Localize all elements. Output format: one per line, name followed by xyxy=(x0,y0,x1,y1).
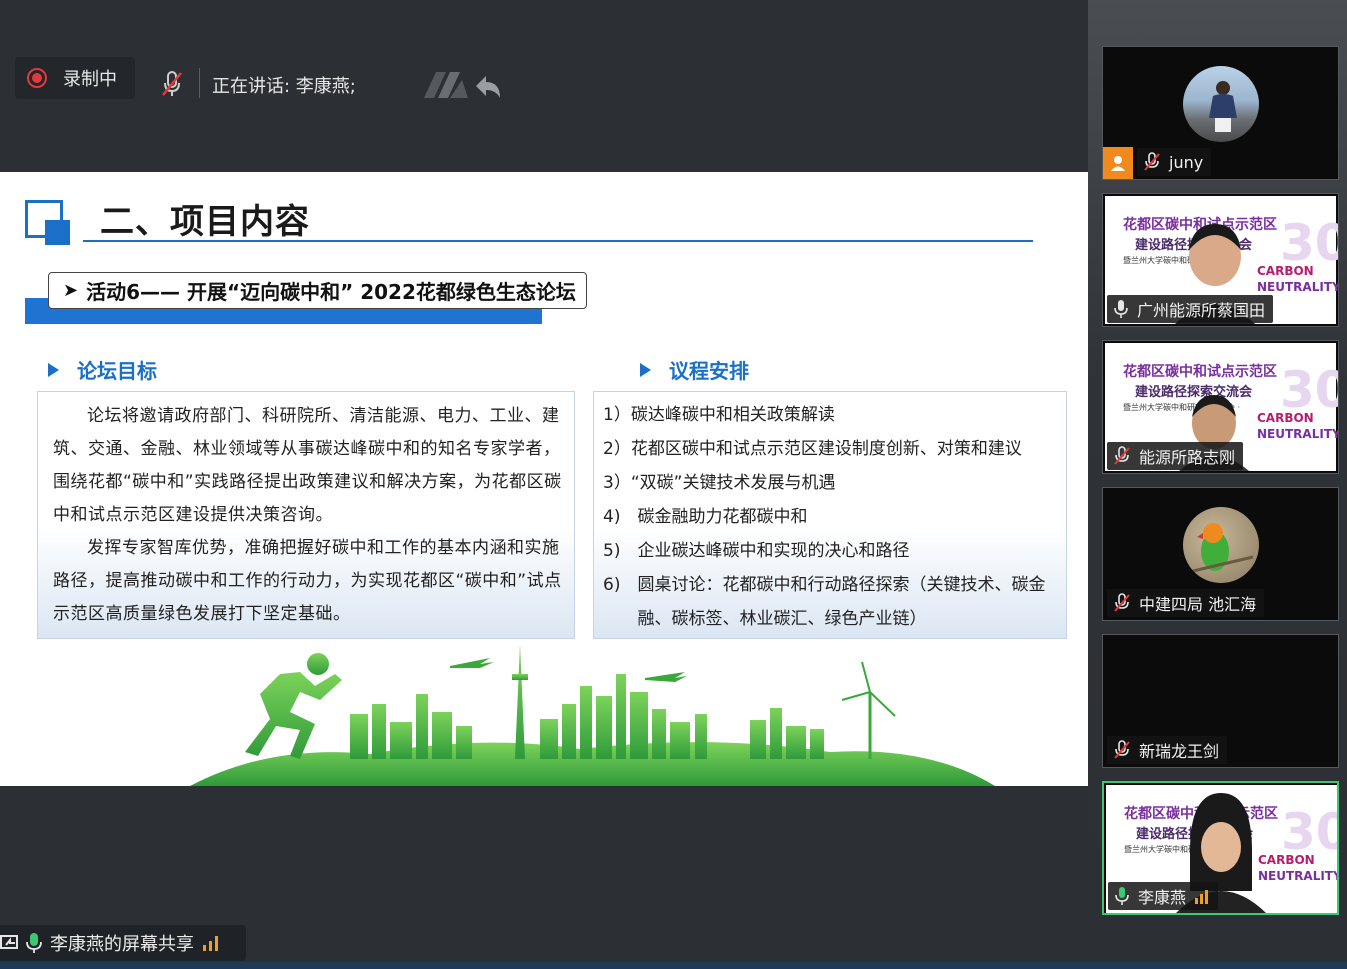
signal-strength-icon xyxy=(203,936,218,951)
section-heading-agenda: 议程安排 xyxy=(640,355,749,384)
presentation-slide: 二、项目内容 ➤ 活动6—— 开展“迈向碳中和” 2022花都绿色生态论坛 论坛… xyxy=(0,172,1088,786)
parrot-photo-icon xyxy=(1192,523,1254,573)
divider xyxy=(199,68,200,98)
participant-name: 新瑞龙王剑 xyxy=(1139,742,1220,761)
agenda-item: 1） 碳达峰碳中和相关政策解读 xyxy=(603,398,1058,432)
agenda-item: 2） 花都区碳中和试点示范区建设制度创新、对策和建议 xyxy=(603,432,1058,466)
participant-tile-luzhigang[interactable]: 30 花都区碳中和试点示范区 建设路径探索交流会 暨兰州大学碳中和研究所推进会 … xyxy=(1102,340,1339,474)
mic-muted-icon xyxy=(1114,593,1130,612)
agenda-text: 花都区碳中和试点示范区建设制度创新、对策和建议 xyxy=(630,439,1022,459)
poster-carbon: CARBON xyxy=(1257,264,1314,278)
arrow-right-icon: ➤ xyxy=(63,280,79,301)
participant-tile-chihuihai[interactable]: 中建四局 池汇海 xyxy=(1102,487,1339,621)
mic-muted-icon xyxy=(1114,740,1130,759)
agenda-number: 2） xyxy=(603,439,631,459)
agenda-text: 碳金融助力花都碳中和 xyxy=(637,507,808,527)
agenda-number: 4) xyxy=(603,507,638,527)
agenda-number: 5) xyxy=(603,541,638,561)
participant-tile-wangjian[interactable]: 新瑞龙王剑 xyxy=(1102,634,1339,768)
section-heading-goals: 论坛目标 xyxy=(48,355,157,384)
green-city-skyline-illustration xyxy=(190,644,995,786)
share-label-text: 李康燕的屏幕共享 xyxy=(50,934,194,955)
person-photo-icon xyxy=(1209,81,1237,132)
title-decoration-fill xyxy=(45,220,70,245)
mic-icon xyxy=(1114,300,1128,318)
slide-title: 二、项目内容 xyxy=(100,202,310,242)
agenda-number: 6) xyxy=(603,575,638,595)
agenda-text: 碳达峰碳中和相关政策解读 xyxy=(630,405,835,425)
agenda-item: 6) 圆桌讨论：花都碳中和行动路径探索（关键技术、碳金融、碳标签、林业碳汇、绿色… xyxy=(603,568,1058,636)
mic-muted-icon xyxy=(1114,446,1130,465)
goals-paragraph: 论坛将邀请政府部门、科研院所、清洁能源、电力、工业、建筑、交通、金融、林业领域等… xyxy=(53,406,562,525)
screen-share-label[interactable]: 李康燕的屏幕共享 xyxy=(0,925,246,961)
recording-label: 录制中 xyxy=(63,69,117,90)
speaking-indicator: 正在讲话: 李康燕; xyxy=(212,76,356,97)
agenda-text: 企业碳达峰碳中和实现的决心和路径 xyxy=(637,541,910,561)
section-heading-text: 论坛目标 xyxy=(77,359,157,383)
annotation-tools-icon[interactable] xyxy=(424,68,500,102)
bottom-strip xyxy=(0,962,1347,969)
title-underline xyxy=(83,240,1033,242)
meeting-topbar: 录制中 正在讲话: 李康燕; xyxy=(0,0,1088,172)
poster-neutrality: NEUTRALITY xyxy=(1257,427,1339,441)
screen-share-area: 录制中 正在讲话: 李康燕; 二、项目内容 ➤ 活动6—— 开展“迈向碳中和” … xyxy=(0,0,1088,969)
participant-name: juny xyxy=(1169,152,1204,172)
agenda-item: 3） “双碳”关键技术发展与机遇 xyxy=(603,466,1058,500)
agenda-number: 1） xyxy=(603,405,631,425)
avatar xyxy=(1183,66,1259,142)
section-heading-text: 议程安排 xyxy=(669,359,749,383)
participant-name-label: 新瑞龙王剑 xyxy=(1107,736,1228,764)
participant-name: 能源所路志刚 xyxy=(1139,448,1236,467)
agenda-text: “双碳”关键技术发展与机遇 xyxy=(630,473,836,493)
user-icon xyxy=(1111,156,1125,171)
record-icon xyxy=(27,68,47,88)
participant-tile-caiguotian[interactable]: 30 花都区碳中和试点示范区 建设路径探索交流会 暨兰州大学碳中和研究所推进会 … xyxy=(1102,193,1339,327)
mic-icon xyxy=(1115,887,1129,905)
triangle-icon xyxy=(48,362,59,377)
poster-neutrality: NEUTRALITY xyxy=(1257,280,1339,294)
participant-name: 李康燕 xyxy=(1138,888,1187,907)
agenda-item: 5) 企业碳达峰碳中和实现的决心和路径 xyxy=(603,534,1058,568)
goals-box: 论坛将邀请政府部门、科研院所、清洁能源、电力、工业、建筑、交通、金融、林业领域等… xyxy=(37,391,575,639)
agenda-box: 1） 碳达峰碳中和相关政策解读 2） 花都区碳中和试点示范区建设制度创新、对策和建议… xyxy=(593,391,1067,639)
poster-title: 花都区碳中和试点示范区 xyxy=(1123,364,1277,380)
signal-strength-icon xyxy=(1195,890,1209,904)
activity-text: 活动6—— 开展“迈向碳中和” 2022花都绿色生态论坛 xyxy=(86,280,576,304)
poster-carbon: CARBON xyxy=(1257,411,1314,425)
participant-name: 广州能源所蔡国田 xyxy=(1137,301,1266,320)
poster-carbon: CARBON xyxy=(1258,853,1315,867)
participant-name-label: 能源所路志刚 xyxy=(1107,442,1244,470)
mic-muted-icon xyxy=(1144,152,1160,171)
agenda-text: 圆桌讨论：花都碳中和行动路径探索（关键技术、碳金融、碳标签、林业碳汇、绿色产业链… xyxy=(637,575,1046,629)
mic-muted-icon[interactable] xyxy=(160,70,184,98)
host-badge xyxy=(1103,147,1133,179)
triangle-icon xyxy=(640,362,651,377)
participant-tile-likangyan[interactable]: 30 花都区碳中和试点示范区 建设路径探索交流会 暨兰州大学碳中和研究所推进会 … xyxy=(1102,781,1339,915)
avatar xyxy=(1183,507,1259,583)
agenda-number: 3） xyxy=(603,473,631,493)
share-screen-icon xyxy=(0,935,18,949)
participant-name-label: juny xyxy=(1137,148,1212,176)
participant-name-label: 广州能源所蔡国田 xyxy=(1107,295,1274,323)
poster-neutrality: NEUTRALITY xyxy=(1258,869,1339,883)
participant-name-label: 李康燕 xyxy=(1108,882,1219,910)
participant-name: 中建四局 池汇海 xyxy=(1139,595,1257,614)
recording-indicator[interactable]: 录制中 xyxy=(15,57,135,99)
participant-name-label: 中建四局 池汇海 xyxy=(1107,589,1265,617)
goals-paragraph: 发挥专家智库优势，准确把握好碳中和工作的基本内涵和实施路径，提高推动碳中和工作的… xyxy=(53,538,562,624)
activity-banner: ➤ 活动6—— 开展“迈向碳中和” 2022花都绿色生态论坛 xyxy=(48,272,587,309)
participant-tile-juny[interactable]: juny xyxy=(1102,46,1339,180)
agenda-item: 4) 碳金融助力花都碳中和 xyxy=(603,500,1058,534)
mic-icon xyxy=(26,933,42,953)
